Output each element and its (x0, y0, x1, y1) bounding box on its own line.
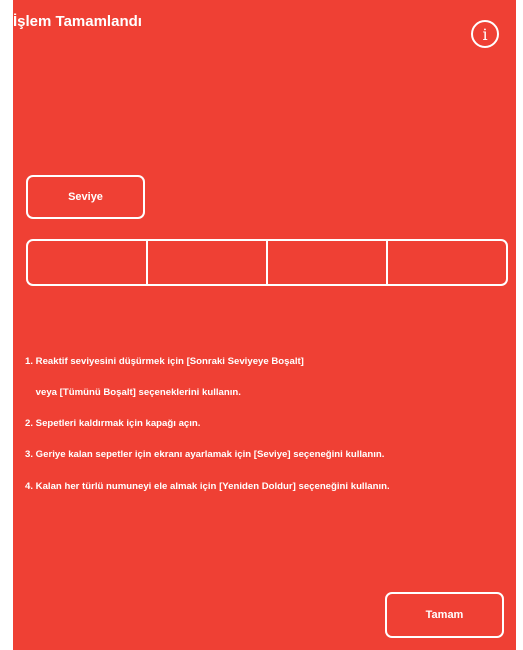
ok-button[interactable]: Tamam (385, 592, 504, 638)
level-segment-bar (26, 239, 508, 286)
level-button[interactable]: Seviye (26, 175, 145, 219)
instruction-line: 1. Reaktif seviyesini düşürmek için [Son… (25, 355, 304, 367)
page-title: İşlem Tamamlandı (13, 13, 142, 30)
info-icon[interactable]: i (471, 20, 499, 48)
level-segment-4[interactable] (386, 241, 506, 284)
level-segment-2[interactable] (146, 241, 266, 284)
instruction-line: 4. Kalan her türlü numuneyi ele almak iç… (25, 480, 390, 492)
info-glyph: i (482, 24, 488, 44)
level-segment-1[interactable] (28, 241, 146, 284)
completion-screen: İşlem Tamamlandı i Seviye 1. Reaktif sev… (13, 0, 516, 650)
level-segment-3[interactable] (266, 241, 386, 284)
instruction-line: 2. Sepetleri kaldırmak için kapağı açın. (25, 418, 201, 430)
instruction-list: 1. Reaktif seviyesini düşürmek için [Son… (25, 336, 516, 513)
instruction-line: 3. Geriye kalan sepetler için ekranı aya… (25, 449, 385, 461)
instruction-line: veya [Tümünü Boşalt] seçeneklerini kulla… (25, 387, 241, 399)
